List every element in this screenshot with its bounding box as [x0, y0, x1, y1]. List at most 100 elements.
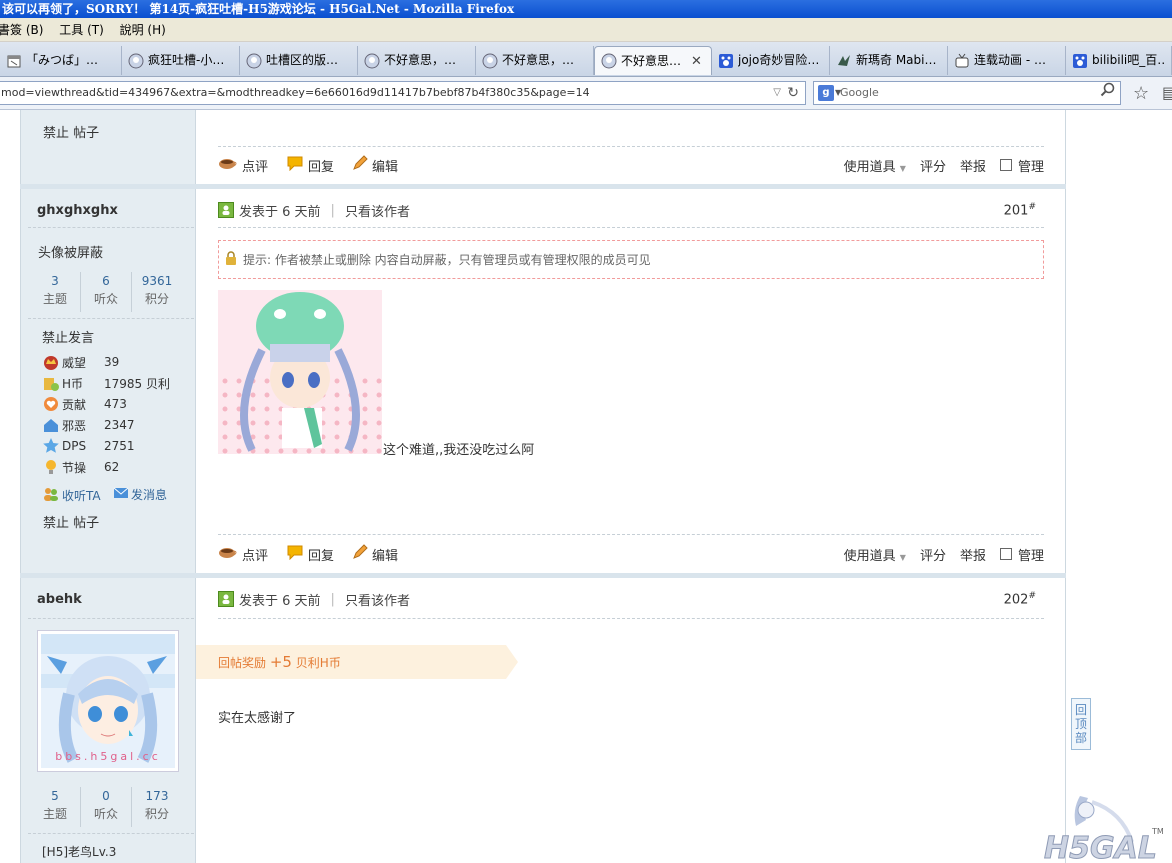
comment-button[interactable]: 点评: [218, 545, 268, 564]
attr-value: 2751: [104, 439, 135, 453]
online-status-icon: [218, 202, 234, 218]
browser-tab[interactable]: jojo奇妙冒险…: [712, 46, 830, 75]
stat-value: 5: [51, 789, 59, 803]
avatar[interactable]: bbs.h5gal.cc: [37, 630, 179, 772]
url-bar[interactable]: mod=viewthread&tid=434967&extra=&modthre…: [0, 81, 806, 105]
report-button[interactable]: 举报: [960, 545, 986, 564]
tab-label: 「みつば」…: [26, 53, 99, 67]
stat-label: 听众: [93, 807, 118, 821]
chevron-down-icon[interactable]: ▼: [835, 82, 841, 104]
attr-value: 2347: [104, 418, 135, 432]
attr-row: H币 17985 贝利: [42, 373, 170, 393]
floor-value: 201: [1003, 203, 1029, 219]
edit-button[interactable]: 编辑: [352, 155, 398, 175]
rate-button[interactable]: 评分: [920, 545, 946, 564]
manage-checkbox[interactable]: [999, 548, 1012, 560]
google-icon[interactable]: g: [818, 85, 834, 101]
manage-checkbox[interactable]: [999, 159, 1012, 171]
close-tab-icon[interactable]: ✕: [691, 48, 702, 75]
attr-value: 39: [104, 355, 120, 369]
comment-label: 点评: [242, 548, 269, 564]
avatar-icon: [364, 53, 380, 69]
user-rank[interactable]: [H5]老鸟Lv.3: [42, 843, 116, 860]
follow-link[interactable]: 收听TA: [42, 486, 101, 505]
stat-threads[interactable]: 5 主题: [30, 787, 81, 827]
menu-tools[interactable]: 工具 (T): [59, 18, 104, 42]
stat-listeners[interactable]: 0 听众: [81, 787, 132, 827]
search-icon[interactable]: [1100, 82, 1116, 105]
report-button[interactable]: 举报: [960, 156, 986, 175]
attr-name: H币: [62, 376, 84, 391]
paw-icon: [1072, 53, 1088, 69]
browser-tab[interactable]: 疯狂吐槽-小…: [122, 46, 240, 75]
post-content-area: [196, 110, 1066, 863]
stat-points[interactable]: 173 积分: [132, 787, 182, 827]
author-name[interactable]: ghxghxghx: [37, 203, 118, 218]
house-icon: [42, 416, 60, 434]
reply-button[interactable]: 回复: [286, 155, 334, 175]
only-author-link[interactable]: 只看该作者: [345, 590, 410, 609]
stat-value: 6: [102, 274, 110, 288]
site-logo: H5GAL TM: [1044, 796, 1164, 863]
speech-bubble-icon: [286, 155, 304, 175]
browser-tab[interactable]: 「みつば」…: [0, 46, 122, 75]
menu-help[interactable]: 說明 (H): [120, 18, 166, 42]
rate-button[interactable]: 评分: [920, 156, 946, 175]
browser-tab[interactable]: 不好意思，…: [476, 46, 594, 75]
stat-value: 9361: [141, 274, 173, 288]
floor-number[interactable]: 201#: [1004, 202, 1036, 218]
post-message: 实在太感谢了: [218, 711, 297, 726]
author-name[interactable]: abehk: [37, 592, 82, 607]
stat-label: 主题: [42, 807, 67, 821]
search-input[interactable]: g ▼ Google: [813, 81, 1121, 105]
floor-value: 202: [1003, 592, 1029, 608]
browser-tab[interactable]: 连载动画 - …: [948, 46, 1066, 75]
reward-amount: +5: [269, 653, 292, 671]
post-header: 发表于 6 天前 | 只看该作者 202#: [218, 588, 1044, 610]
tab-label: 疯狂吐槽-小…: [148, 53, 225, 67]
stat-points[interactable]: 9361 积分: [132, 272, 182, 312]
attr-name: 邪恶: [62, 418, 87, 433]
chevron-down-icon[interactable]: ▽: [773, 82, 781, 104]
divider: [28, 318, 194, 319]
use-item-label: 使用道具: [843, 159, 896, 175]
url-text: mod=viewthread&tid=434967&extra=&modthre…: [1, 86, 590, 99]
logo-text: H5GAL: [1044, 831, 1157, 863]
use-item-button[interactable]: 使用道具 ▼: [830, 545, 906, 564]
back-to-top-button[interactable]: 回顶部: [1071, 698, 1091, 750]
menu-bookmarks[interactable]: 書簽 (B): [0, 18, 43, 42]
browser-tab[interactable]: 新瑪奇 Mabi…: [830, 46, 948, 75]
post-image[interactable]: [218, 290, 382, 454]
browser-tab[interactable]: 吐槽区的版…: [240, 46, 358, 75]
author-stats: 5 主题 0 听众 173 积分: [30, 787, 182, 827]
window-title: 该可以再领了，SORRY！ 第14页-疯狂吐槽-H5游戏论坛 - H5Gal.N…: [0, 0, 1172, 18]
attr-row: 节操 62: [42, 457, 119, 477]
browser-tab[interactable]: 不好意思，…: [358, 46, 476, 75]
edit-button[interactable]: 编辑: [352, 544, 398, 564]
bookmark-star-icon[interactable]: ☆: [1133, 83, 1149, 104]
ban-post-links[interactable]: 禁止 帖子: [43, 512, 99, 531]
bulb-icon: [42, 458, 60, 476]
bookmarks-menu-icon[interactable]: ▤: [1162, 83, 1172, 102]
only-author-link[interactable]: 只看该作者: [345, 201, 410, 220]
use-item-button[interactable]: 使用道具 ▼: [830, 156, 906, 175]
stat-value: 3: [51, 274, 59, 288]
browser-tab[interactable]: bilibili吧_百…: [1066, 46, 1172, 75]
ban-post-links[interactable]: 禁止 帖子: [43, 122, 99, 141]
floor-number[interactable]: 202#: [1004, 591, 1036, 607]
stat-threads[interactable]: 3 主题: [30, 272, 81, 312]
coin-icon: [42, 374, 60, 392]
stat-listeners[interactable]: 6 听众: [81, 272, 132, 312]
avatar-icon: [246, 53, 262, 69]
send-message-link[interactable]: 发消息: [113, 486, 167, 503]
floor-mark: #: [1028, 590, 1036, 601]
browser-tab-active[interactable]: 不好意思… ✕: [594, 46, 712, 75]
chevron-down-icon: ▼: [899, 552, 906, 562]
comment-button[interactable]: 点评: [218, 156, 268, 175]
reply-button[interactable]: 回复: [286, 544, 334, 564]
avatar-icon: [128, 53, 144, 69]
reload-icon[interactable]: ↻: [787, 82, 799, 104]
divider: [28, 227, 194, 228]
manage-label: 管理: [1017, 159, 1044, 175]
floor-mark: #: [1028, 201, 1036, 212]
